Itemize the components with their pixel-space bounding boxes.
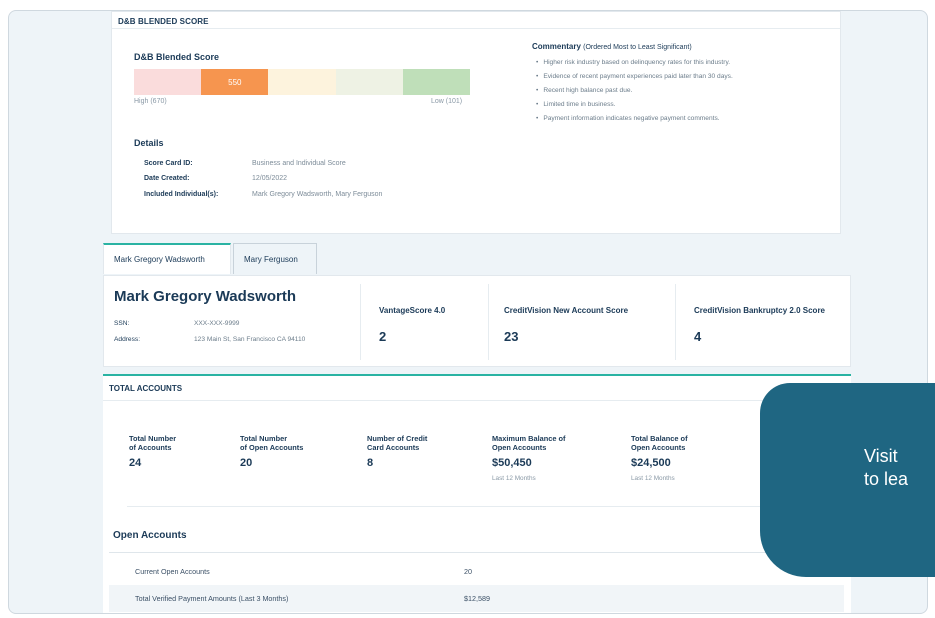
divider xyxy=(109,552,849,553)
row-value: 20 xyxy=(464,567,472,576)
stat-label: Total Number of Accounts xyxy=(129,434,177,452)
promo-banner[interactable]: Visit to lea xyxy=(760,383,935,577)
stat-max-balance: Maximum Balance of Open Accounts $50,450 … xyxy=(492,434,602,482)
detail-value: Business and Individual Score xyxy=(252,160,346,167)
person-summary-card: Mark Gregory Wadsworth SSN: XXX-XXX-9999… xyxy=(103,275,851,367)
address-label: Address: xyxy=(114,336,141,343)
commentary-item: Payment information indicates negative p… xyxy=(536,112,733,126)
stat-label: Total Balance of Open Accounts xyxy=(631,434,688,452)
detail-key: Date Created: xyxy=(144,175,190,182)
total-accounts-header: TOTAL ACCOUNTS xyxy=(109,384,183,393)
score-low-label: Low (101) xyxy=(431,98,463,105)
table-row: Percentage of Accounts Opened (Last 24 M… xyxy=(109,612,844,613)
row-label: Total Verified Payment Amounts (Last 3 M… xyxy=(135,594,289,603)
score-label: CreditVision New Account Score xyxy=(504,306,629,315)
tab-mark-gregory-wadsworth[interactable]: Mark Gregory Wadsworth xyxy=(103,243,231,274)
commentary-item: Limited time in business. xyxy=(536,98,733,112)
divider xyxy=(127,506,767,507)
score-label: VantageScore 4.0 xyxy=(379,306,446,315)
stat-open-accounts: Total Number of Open Accounts 20 xyxy=(240,434,350,469)
divider xyxy=(675,284,676,360)
score-segment xyxy=(268,69,336,95)
row-value: $12,589 xyxy=(464,594,490,603)
score-segment-current: 550 xyxy=(201,69,269,95)
stat-label: Total Number of Open Accounts xyxy=(240,434,304,452)
total-accounts-card: TOTAL ACCOUNTS Total Number of Accounts 2… xyxy=(103,374,851,613)
score-bar: 550 xyxy=(134,69,471,95)
score-label: CreditVision Bankruptcy 2.0 Score xyxy=(694,306,826,315)
address-value: 123 Main St, San Francisco CA 94110 xyxy=(194,336,306,343)
promo-banner-text: Visit to lea xyxy=(864,446,909,489)
stat-sublabel: Last 12 Months xyxy=(631,475,675,482)
divider xyxy=(360,284,361,360)
table-row: Total Verified Payment Amounts (Last 3 M… xyxy=(109,585,844,612)
row-label: Current Open Accounts xyxy=(135,567,210,576)
divider xyxy=(488,284,489,360)
commentary-title-text: Commentary xyxy=(532,42,581,51)
vantage-score: VantageScore 4.0 2 xyxy=(379,306,445,344)
tab-mary-ferguson[interactable]: Mary Ferguson xyxy=(233,243,317,274)
table-row: Current Open Accounts 20 xyxy=(109,558,844,585)
stat-total-accounts: Total Number of Accounts 24 xyxy=(129,434,239,469)
stat-value: 20 xyxy=(240,457,253,469)
detail-row: Included Individual(s): Mark Gregory Wad… xyxy=(144,191,382,198)
stat-value: 24 xyxy=(129,457,142,469)
detail-key: Included Individual(s): xyxy=(144,191,219,198)
stat-value: $50,450 xyxy=(492,457,532,469)
score-segment xyxy=(335,69,403,95)
score-value: 23 xyxy=(504,329,519,344)
detail-value: Mark Gregory Wadsworth, Mary Ferguson xyxy=(252,191,383,198)
commentary-subtitle: (Ordered Most to Least Significant) xyxy=(583,44,692,51)
stat-sublabel: Last 12 Months xyxy=(492,475,536,482)
ssn-row: SSN: XXX-XXX-9999 xyxy=(114,320,239,327)
commentary-item: Recent high balance past due. xyxy=(536,84,733,98)
score-title: D&B Blended Score xyxy=(134,52,220,62)
commentary-title: Commentary (Ordered Most to Least Signif… xyxy=(532,42,692,51)
address-row: Address: 123 Main St, San Francisco CA 9… xyxy=(114,336,305,343)
stat-label: Maximum Balance of Open Accounts xyxy=(492,434,566,452)
commentary-item: Evidence of recent payment experiences p… xyxy=(536,70,733,84)
open-accounts-title: Open Accounts xyxy=(113,530,187,541)
score-segment xyxy=(402,69,471,95)
stat-credit-card-accounts: Number of Credit Card Accounts 8 xyxy=(367,434,477,469)
commentary-item: Higher risk industry based on delinquenc… xyxy=(536,56,733,70)
detail-key: Score Card ID: xyxy=(144,160,193,167)
creditvision-new-account-score: CreditVision New Account Score 23 xyxy=(504,306,628,344)
detail-row: Score Card ID: Business and Individual S… xyxy=(144,160,346,167)
detail-value: 12/05/2022 xyxy=(252,175,288,182)
dnb-score-card: D&B BLENDED SCORE D&B Blended Score 550 … xyxy=(111,11,841,234)
stat-value: 8 xyxy=(367,457,374,469)
score-high-label: High (670) xyxy=(134,98,167,105)
commentary-list: Higher risk industry based on delinquenc… xyxy=(536,56,733,126)
ssn-label: SSN: xyxy=(114,320,130,327)
stat-value: $24,500 xyxy=(631,457,671,469)
divider xyxy=(103,400,851,401)
score-value: 4 xyxy=(694,329,702,344)
divider xyxy=(112,28,840,29)
creditvision-bankruptcy-score: CreditVision Bankruptcy 2.0 Score 4 xyxy=(694,306,825,344)
stat-total-balance: Total Balance of Open Accounts $24,500 La… xyxy=(631,434,741,482)
details-title: Details xyxy=(134,138,164,148)
detail-row: Date Created: 12/05/2022 xyxy=(144,175,287,182)
dnb-section-header: D&B BLENDED SCORE xyxy=(118,17,209,26)
person-name: Mark Gregory Wadsworth xyxy=(114,288,296,305)
ssn-value: XXX-XXX-9999 xyxy=(194,320,240,327)
score-value: 2 xyxy=(379,329,387,344)
score-segment xyxy=(134,69,202,95)
stat-label: Number of Credit Card Accounts xyxy=(367,434,428,452)
